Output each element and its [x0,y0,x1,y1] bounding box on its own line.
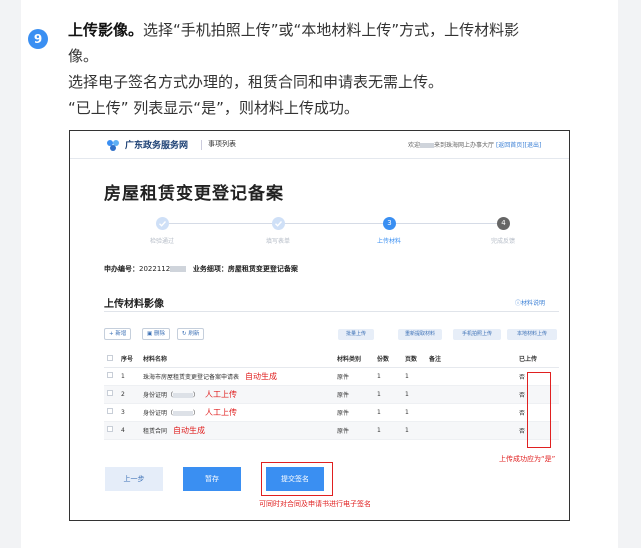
uploaded-highlight-box [527,372,551,448]
step-3-circle: 3 [383,217,396,230]
step-2-label: 填写表单 [265,238,290,245]
redacted-number [170,266,187,272]
sign-note: 可同时对合同及申请书进行电子签名 [259,500,371,508]
check-icon [159,221,167,227]
check-icon [275,221,283,227]
redacted-text [173,410,194,416]
home-logout-links[interactable]: [返回首页][退出] [496,142,541,149]
save-draft-button[interactable]: 暂存 [183,467,241,491]
progress-steps: 3 4 检验通过 填写表单 上传材料 完成反馈 [70,216,569,256]
step-1-label: 检验通过 [149,238,174,245]
portal-screenshot: 广东政务服务网 事项列表 欢迎 来到珠海网上办事大厅 [返回首页][退出] 房屋租… [69,130,570,521]
refresh-button[interactable]: ↻ 刷新 [177,328,205,340]
step-2-circle [272,217,285,230]
section-divider [104,311,559,312]
material-name: 身份证明（ [143,391,174,399]
submit-highlight-box [261,462,333,496]
section-title: 上传材料影像 [104,299,164,310]
annotation-manual: 人工上传 [205,389,238,399]
welcome-text: 欢迎 来到珠海网上办事大厅 [返回首页][退出] [408,142,542,149]
material-name: 身份证明（ [143,409,174,417]
instruction-line1b: 像。 [68,47,99,65]
portal-logo-icon [107,140,119,151]
table-row[interactable]: 4 租赁合同 自动生成 原件 1 1 否 [104,421,559,440]
step-connector [390,223,502,224]
material-name: 珠海市房屋租赁变更登记备案申请表 [143,373,240,381]
phone-upload-button[interactable]: 手机拍照上传 [453,329,501,340]
redacted-text [173,392,194,398]
material-help-link[interactable]: ⓘ材料说明 [515,298,545,307]
upload-success-note: 上传成功应为“是” [499,455,556,463]
instruction-line3: “已上传” 列表显示“是”，则材料上传成功。 [68,99,359,117]
col-header-note: 备注 [426,351,516,368]
col-header-name: 材料名称 [140,351,334,368]
step-connector [162,223,277,224]
prev-step-button[interactable]: 上一步 [105,467,163,491]
instruction-text: 上传影像。选择“手机拍照上传”或“本地材料上传”方式，上传材料影 像。 选择电子… [68,17,608,121]
nav-item-list[interactable]: 事项列表 [208,139,236,149]
table-row[interactable]: 1 珠海市房屋租赁变更登记备案申请表 自动生成 原件 1 1 否 [104,367,559,386]
table-header-row: 序号 材料名称 材料类别 份数 页数 备注 已上传 [104,351,559,368]
table-row[interactable]: 3 身份证明（）人工上传 原件 1 1 否 [104,403,559,422]
material-name: 租赁合同 [143,427,168,435]
request-info: 申办编号：2022112 业务细项：房屋租赁变更登记备案 [104,265,298,273]
step-3-label: 上传材料 [376,238,401,245]
step-1-circle [156,217,169,230]
step-4-label: 完成反馈 [490,238,515,245]
col-header-uploaded: 已上传 [516,351,559,368]
col-header-no: 序号 [118,351,140,368]
page-title: 房屋租赁变更登记备案 [104,184,284,204]
col-header-pages: 页数 [402,351,426,368]
re-extract-button[interactable]: 重新提取材料 [398,329,442,340]
table-row[interactable]: 2 身份证明（）人工上传 原件 1 1 否 [104,385,559,404]
instruction-line1: 选择“手机拍照上传”或“本地材料上传”方式，上传材料影 [143,21,520,39]
annotation-auto: 自动生成 [173,425,206,435]
redacted-name [420,143,435,148]
step-connector [279,223,385,224]
row-checkbox[interactable] [107,408,113,414]
row-checkbox[interactable] [107,390,113,396]
step-4-circle: 4 [497,217,510,230]
nav-divider [201,140,202,150]
row-checkbox[interactable] [107,372,113,378]
annotation-manual: 人工上传 [205,407,238,417]
local-upload-button[interactable]: 本地材料上传 [507,329,557,340]
portal-brand[interactable]: 广东政务服务网 [125,138,188,151]
add-button[interactable]: + 新增 [104,328,132,340]
trash-icon: ▣ [147,331,153,337]
refresh-icon: ↻ [182,331,187,337]
instruction-line2: 选择电子签名方式办理的，租赁合同和申请表无需上传。 [68,73,444,91]
col-header-category: 材料类别 [334,351,374,368]
instruction-heading: 上传影像。 [68,21,144,39]
portal-header: 广东政务服务网 事项列表 欢迎 来到珠海网上办事大厅 [返回首页][退出] [70,131,569,159]
batch-upload-button[interactable]: 批量上传 [338,329,374,340]
materials-table: 序号 材料名称 材料类别 份数 页数 备注 已上传 1 珠海市房屋租赁变更登记备… [104,351,559,440]
step-number-badge: 9 [28,29,48,49]
col-header-copies: 份数 [374,351,402,368]
select-all-checkbox[interactable] [107,354,113,361]
delete-button[interactable]: ▣ 删除 [142,328,170,340]
annotation-auto: 自动生成 [245,371,278,381]
row-checkbox[interactable] [107,426,113,432]
